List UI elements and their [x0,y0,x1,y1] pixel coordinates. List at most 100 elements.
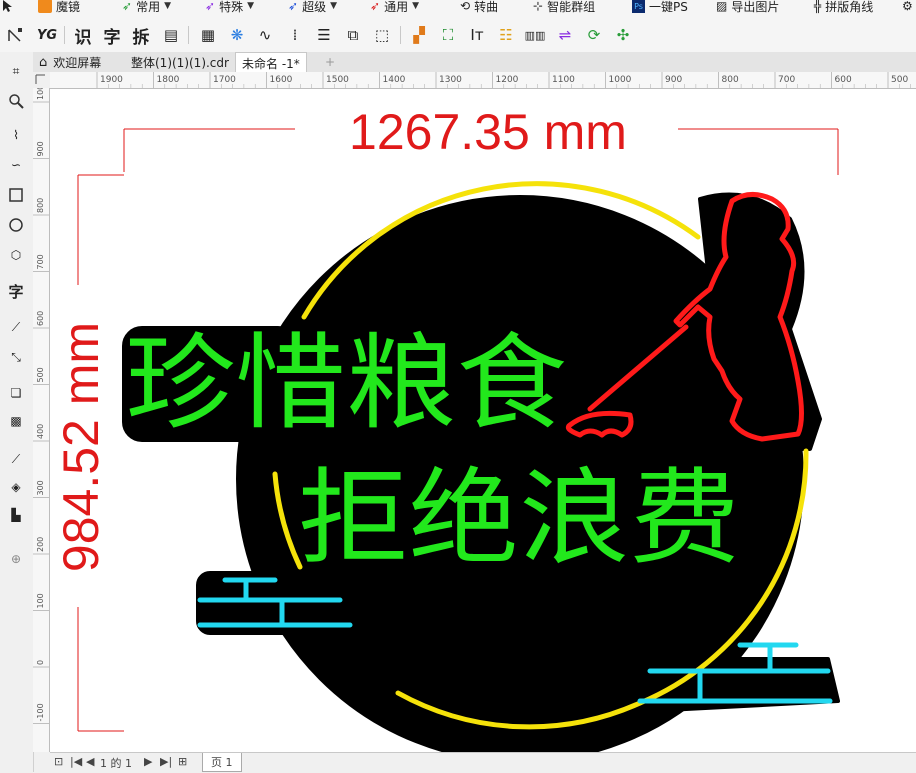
freehand-tool-icon[interactable]: ⌇ [5,124,27,146]
prev-page-icon[interactable]: ◀ [86,755,94,768]
settings-gear-icon[interactable]: ⚙ [902,0,913,16]
zoom-tool-icon[interactable] [5,90,27,112]
slogan-line-2: 拒绝浪费 [298,457,740,579]
home-icon: ⌂ [39,54,48,70]
magic-mirror-icon [38,0,52,13]
menu-label: 常用 [136,0,161,14]
toolbar-divider [64,26,65,44]
text-bracket-icon[interactable]: Iᴛ [466,24,488,46]
first-page-icon[interactable]: |◀ [70,755,82,768]
vertical-ruler[interactable]: 1000 900 800 700 600 500 400 300 200 100 0 -100 [33,88,50,752]
align-lines-icon[interactable]: ☰ [313,24,335,46]
line-tool-icon[interactable]: ⟋ [5,316,27,338]
wave-path-icon[interactable]: ∿ [254,24,276,46]
connector-tool-icon[interactable]: ⤡ [5,346,27,368]
feather-icon: ➶ [122,0,133,13]
recognize-button[interactable]: 识 [72,24,94,48]
add-tool-icon[interactable]: ⊕ [5,548,27,570]
ruler-label: 600 [835,75,852,85]
menu-smart-group[interactable]: ⊹ 智能群组 [533,0,595,16]
page-tab[interactable]: 页 1 [202,753,242,772]
ruler-ticks: 1900 1800 1700 1600 1500 1400 1300 1200 1100 1000… [96,72,911,88]
ruler-label: 1200 [496,75,519,85]
ruler-label: 600 [36,311,45,326]
menu-label: 智能群组 [547,0,596,14]
link-icon[interactable]: ⇌ [554,24,576,46]
ruler-label: 800 [36,198,45,213]
menu-label: 一键PS [649,0,688,14]
distribute-icon[interactable]: ⁞ [284,24,306,46]
list-icon[interactable]: ☷ [495,24,517,46]
ruler-label: 1400 [383,75,406,85]
ruler-label: 1000 [36,88,45,100]
fit-frame-icon[interactable]: ⛶ [437,24,459,46]
crop-tool-icon[interactable]: ⌗ [5,60,27,82]
new-tab-plus-icon[interactable]: + [319,52,341,72]
pointer-icon[interactable] [2,0,12,16]
yg-button[interactable]: YG [36,24,58,46]
transparency-tool-icon[interactable]: ▩ [5,410,27,432]
puzzle-icon[interactable]: ✣ [612,24,634,46]
ruler-origin-icon[interactable] [33,72,51,89]
add-page-icon[interactable]: ⊞ [178,755,187,768]
ruler-label: -100 [36,703,45,721]
menu-magic-mirror[interactable]: 魔镜 [38,0,80,16]
ruler-label: 0 [36,660,45,665]
ruler-label: 200 [36,537,45,552]
smart-fill-icon[interactable]: ▙ [5,504,27,526]
tab-untitled[interactable]: 未命名 -1* [235,52,307,73]
polygon-tool-icon[interactable]: ⬡ [5,244,27,266]
node-edit-icon[interactable] [4,24,26,46]
menu-export-image[interactable]: ▨ 导出图片 [716,0,779,16]
select-box-icon[interactable]: ⬚ [371,24,393,46]
text-tool-icon[interactable]: 字 [5,280,27,302]
page-navigation-bar: ⊡ |◀ ◀ 1 的 1 ▶ ▶| ⊞ 页 1 [50,752,916,773]
menu-general[interactable]: ➶ 通用 ▼ [370,0,419,16]
ruler-label: 900 [665,75,682,85]
table-icon[interactable]: ▦ [197,24,219,46]
shadow-tool-icon[interactable]: ❏ [5,382,27,404]
menu-super[interactable]: ➶ 超级 ▼ [288,0,337,16]
tab-welcome[interactable]: ⌂ 欢迎屏幕 [33,52,107,72]
ruler-label: 500 [891,75,908,85]
document-tab-bar: ⌂ 欢迎屏幕 整体(1)(1)(1).cdr 未命名 -1* + [33,52,916,73]
group-objects-icon[interactable]: ⧉ [342,24,364,46]
tab-document[interactable]: 整体(1)(1)(1).cdr [125,52,235,72]
document-icon[interactable]: ▤ [160,24,182,46]
image-icon: ▨ [716,0,728,13]
barcode-icon[interactable]: ▥▥ [524,24,546,46]
menu-convert-curve[interactable]: ⟲ 转曲 [460,0,498,16]
feather-icon: ➶ [205,0,216,13]
next-page-icon[interactable]: ▶ [144,755,152,768]
height-dimension-label: 984.52 mm [53,322,109,572]
menu-special[interactable]: ➶ 特殊 ▼ [205,0,254,16]
ruler-label: 800 [722,75,739,85]
menu-imposition-marks[interactable]: ╬ 拼版角线 [814,0,873,16]
ps-icon: Ps [632,0,645,13]
feather-icon: ➶ [288,0,299,13]
fill-tool-icon[interactable]: ◈ [5,476,27,498]
page-options-icon[interactable]: ⊡ [54,755,63,768]
tab-label: 欢迎屏幕 [53,55,102,70]
rectangle-tool-icon[interactable] [5,184,27,206]
top-menu-bar: 魔镜 ➶ 常用 ▼ ➶ 特殊 ▼ ➶ 超级 ▼ ➶ 通用 ▼ ⟲ 转曲 ⊹ 智能… [0,0,916,19]
last-page-icon[interactable]: ▶| [160,755,172,768]
eyedropper-tool-icon[interactable]: ⟋ [5,448,27,470]
split-button[interactable]: 拆 [130,24,152,48]
menu-one-key-ps[interactable]: Ps 一键PS [632,0,688,16]
char-button[interactable]: 字 [101,24,123,48]
chevron-down-icon: ▼ [330,1,337,11]
ruler-label: 1900 [100,75,123,85]
ellipse-tool-icon[interactable] [5,214,27,236]
horizontal-ruler[interactable]: 1900 1800 1700 1600 1500 1400 1300 1200 1100 1000… [50,72,916,89]
neon-sign-artwork[interactable]: 1267.35 mm 984.52 mm 珍惜粮食 拒绝浪费 [50,89,916,752]
menu-common[interactable]: ➶ 常用 ▼ [122,0,171,16]
feather-icon: ➶ [370,0,381,13]
arrange-icon[interactable]: ▞ [408,24,430,46]
flower-pattern-icon[interactable]: ❋ [226,24,248,46]
tab-label: 整体(1)(1)(1).cdr [131,55,229,70]
crop-marks-icon: ╬ [814,0,822,13]
drawing-canvas[interactable]: 1267.35 mm 984.52 mm 珍惜粮食 拒绝浪费 [50,89,916,752]
bezier-tool-icon[interactable]: ∽ [5,154,27,176]
rotate-icon[interactable]: ⟳ [583,24,605,46]
